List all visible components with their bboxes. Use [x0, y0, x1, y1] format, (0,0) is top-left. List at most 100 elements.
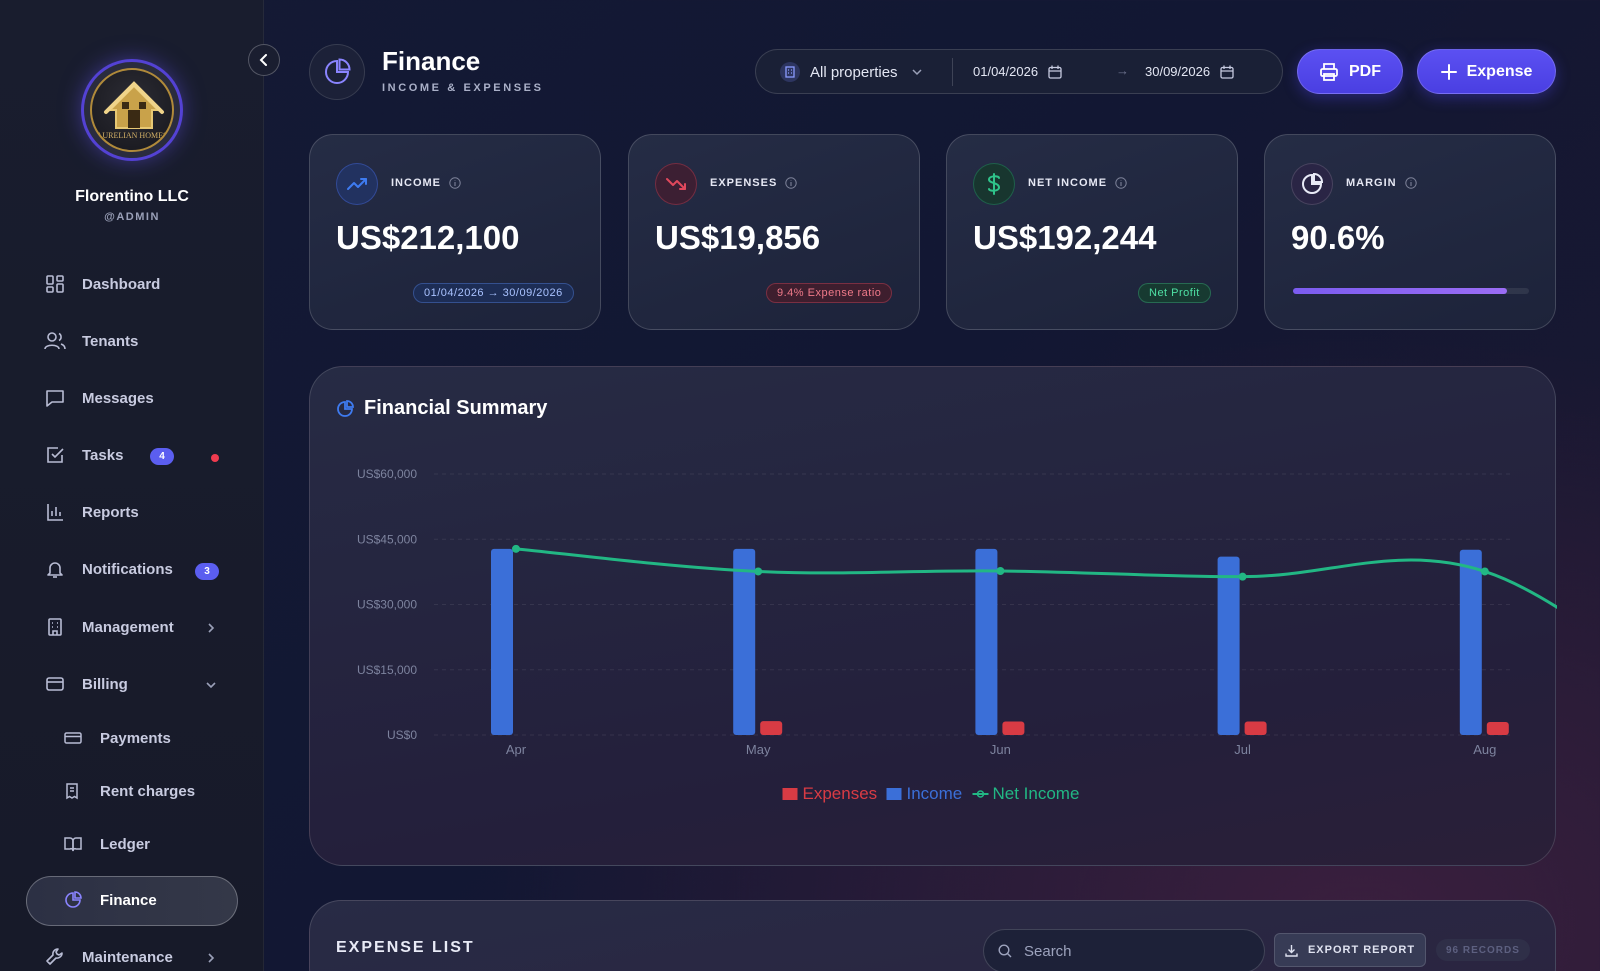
net-income-card: NET INCOME US$192,244 Net Profit [946, 134, 1238, 330]
card-icon [64, 729, 82, 747]
filter-bar: All properties 01/04/2026 → 30/09/2026 [755, 49, 1283, 94]
net-income-label-row: NET INCOME [1028, 177, 1127, 189]
expenses-bar [1244, 721, 1267, 735]
income-bar [733, 548, 756, 735]
chevron-right-icon[interactable] [206, 953, 216, 963]
net-income-line [515, 547, 1557, 610]
info-icon[interactable] [449, 177, 461, 189]
search-box[interactable] [983, 929, 1265, 971]
sidebar-item-billing[interactable]: Billing [44, 670, 128, 698]
expenses-value: US$19,856 [655, 219, 821, 256]
y-tick-label: US$30,000 [357, 598, 417, 612]
income-card: INCOME US$212,100 01/04/2026 → 30/09/202… [309, 134, 601, 330]
x-tick-label: Apr [506, 742, 527, 757]
net-income-value: US$192,244 [973, 219, 1157, 256]
sidebar-item-messages[interactable]: Messages [44, 384, 154, 412]
legend-label: Income [907, 784, 963, 803]
income-label-row: INCOME [391, 177, 461, 189]
expense-list-card: EXPENSE LIST EXPORT REPORT 96 RECORDS [309, 900, 1556, 971]
sidebar-item-label: Messages [82, 389, 154, 407]
notifications-badge: 3 [195, 563, 219, 580]
sidebar-item-payments[interactable]: Payments [64, 724, 171, 752]
company-name: Florentino LLC [75, 188, 189, 205]
date-to-value: 30/09/2026 [1145, 64, 1211, 79]
tasks-badge: 4 [150, 448, 174, 465]
expense-ratio-badge: 9.4% Expense ratio [766, 283, 893, 303]
plus-icon [1440, 63, 1457, 80]
sidebar-item-label: Rent charges [100, 782, 196, 800]
book-icon [64, 835, 82, 853]
sidebar: AURELIAN HOMES Florentino LLC @ADMIN Das… [0, 0, 264, 971]
page-subtitle: INCOME & EXPENSES [382, 82, 544, 94]
info-icon[interactable] [1404, 177, 1417, 189]
bar-chart-icon [44, 501, 66, 523]
sidebar-item-dashboard[interactable]: Dashboard [44, 270, 160, 298]
income-value: US$212,100 [336, 219, 520, 256]
company-logo: AURELIAN HOMES [84, 62, 180, 158]
property-filter-dropdown[interactable]: All properties [780, 62, 922, 82]
receipt-icon [64, 782, 82, 800]
pie-chart-icon [64, 891, 82, 909]
page-title: Finance [382, 46, 481, 76]
pdf-label: PDF [1349, 62, 1381, 80]
chevron-down-icon[interactable] [206, 680, 216, 690]
net-income-point [1238, 572, 1247, 581]
net-income-point [754, 567, 763, 576]
wrench-icon [44, 946, 66, 968]
expenses-bar [1002, 721, 1025, 735]
sidebar-item-label: Management [82, 618, 174, 636]
search-input[interactable] [1024, 942, 1244, 960]
net-income-point [512, 544, 520, 553]
sidebar-item-label: Maintenance [82, 948, 173, 966]
chevron-down-icon [912, 69, 922, 76]
sidebar-item-label: Payments [100, 729, 171, 747]
sidebar-item-ledger[interactable]: Ledger [64, 830, 150, 858]
income-bar [1459, 549, 1482, 735]
pie-chart-icon [325, 58, 351, 84]
add-expense-button[interactable]: Expense [1417, 49, 1556, 94]
y-tick-label: US$45,000 [357, 532, 417, 546]
net-profit-badge: Net Profit [1138, 283, 1211, 303]
legend-label: Expenses [803, 784, 878, 803]
pdf-button[interactable]: PDF [1297, 49, 1403, 94]
y-tick-label: US$60,000 [357, 467, 417, 481]
sidebar-item-notifications[interactable]: Notifications [44, 555, 173, 583]
date-from-input[interactable]: 01/04/2026 [973, 64, 1062, 79]
credit-card-icon [44, 673, 66, 695]
sidebar-item-tenants[interactable]: Tenants [44, 327, 138, 355]
logo-text: AURELIAN HOMES [96, 131, 168, 140]
financial-summary-card: Financial Summary US$0 US$15,000 US$30,000… [309, 366, 1557, 866]
sidebar-item-label: Billing [82, 675, 128, 693]
x-tick-label: Jun [990, 742, 1011, 757]
sidebar-item-rent-charges[interactable]: Rent charges [64, 777, 195, 805]
collapse-sidebar-button[interactable] [248, 44, 280, 76]
sidebar-item-label: Dashboard [82, 275, 161, 293]
records-count-badge: 96 RECORDS [1436, 939, 1530, 961]
calendar-icon[interactable] [1220, 65, 1234, 79]
date-to-input[interactable]: 30/09/2026 [1145, 64, 1234, 79]
sidebar-item-tasks[interactable]: Tasks [44, 441, 123, 469]
income-date-range: 01/04/2026 → 30/09/2026 [413, 283, 574, 303]
sidebar-item-maintenance[interactable]: Maintenance [44, 943, 173, 971]
info-icon[interactable] [785, 177, 798, 189]
chevron-right-icon[interactable] [206, 623, 216, 633]
export-report-button[interactable]: EXPORT REPORT [1274, 933, 1426, 967]
download-icon [1285, 944, 1298, 957]
margin-progress-track [1293, 288, 1529, 294]
info-icon[interactable] [1115, 177, 1127, 189]
calendar-icon[interactable] [1048, 65, 1062, 79]
property-filter-value: All properties [810, 63, 898, 81]
income-bar [1217, 556, 1240, 735]
filter-divider [952, 58, 953, 86]
sidebar-item-label: Tasks [82, 446, 124, 464]
sidebar-item-finance[interactable]: Finance [64, 886, 157, 914]
users-icon [44, 330, 66, 352]
expenses-bar [1486, 721, 1509, 735]
net-income-point [996, 567, 1005, 576]
net-income-label: NET INCOME [1028, 177, 1108, 189]
sidebar-item-reports[interactable]: Reports [44, 498, 139, 526]
search-icon [998, 944, 1012, 958]
margin-label: MARGIN [1346, 177, 1397, 189]
printer-icon [1319, 62, 1339, 82]
sidebar-item-management[interactable]: Management [44, 613, 174, 641]
